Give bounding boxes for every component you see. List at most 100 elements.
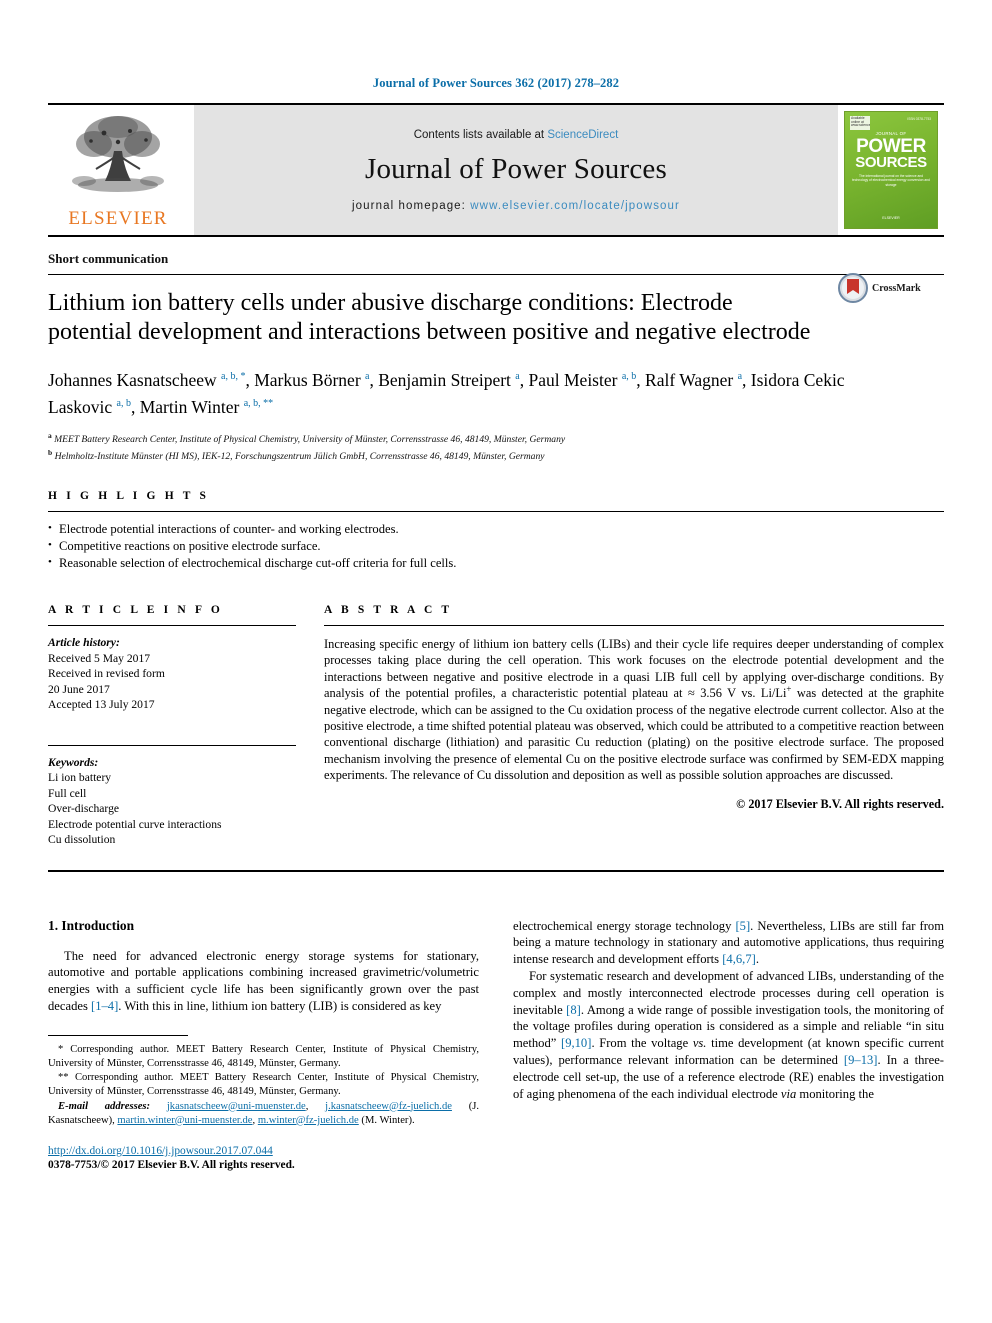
abstract-column: A B S T R A C T Increasing specific ener… xyxy=(324,604,944,848)
author-name[interactable]: Paul Meister xyxy=(529,370,622,390)
author-name[interactable]: Benjamin Streipert xyxy=(378,370,515,390)
citation-9-13[interactable]: [9–13] xyxy=(844,1053,878,1067)
abstract-copyright: © 2017 Elsevier B.V. All rights reserved… xyxy=(736,796,944,811)
right-p2-italic-vs: vs. xyxy=(692,1036,707,1051)
article-history-item: 20 June 2017 xyxy=(48,682,110,696)
highlights-list: Electrode potential interactions of coun… xyxy=(48,520,944,572)
body-column-left: 1. Introduction The need for advanced el… xyxy=(48,918,479,1171)
right-p2-f: monitoring the xyxy=(796,1086,874,1101)
keyword-item[interactable]: Cu dissolution xyxy=(48,832,296,848)
author-affiliation-marker: a xyxy=(365,371,370,382)
sciencedirect-link[interactable]: ScienceDirect xyxy=(547,129,618,141)
email-owner-2: (M. Winter). xyxy=(361,1114,415,1126)
article-history-label: Article history: xyxy=(48,636,120,650)
email-link-2[interactable]: j.kasnatscheew@fz-juelich.de xyxy=(325,1101,452,1112)
journal-title: Journal of Power Sources xyxy=(365,152,667,185)
email-addresses-label: E-mail addresses: xyxy=(58,1100,151,1112)
abstract-label: A B S T R A C T xyxy=(324,604,453,617)
citation-1-4[interactable]: [1–4] xyxy=(91,999,118,1013)
cover-word-sources: SOURCES xyxy=(855,154,927,171)
author-name[interactable]: Ralf Wagner xyxy=(645,370,738,390)
contents-lists-line: Contents lists available at ScienceDirec… xyxy=(414,129,619,141)
keyword-item[interactable]: Full cell xyxy=(48,786,296,802)
right-p2-italic-via: via xyxy=(780,1086,797,1101)
keyword-item[interactable]: Electrode potential curve interactions xyxy=(48,817,296,833)
citation-8[interactable]: [8] xyxy=(566,1003,581,1017)
highlights-divider xyxy=(48,511,944,513)
article-info-label: A R T I C L E I N F O xyxy=(48,604,223,617)
affiliation-marker: b xyxy=(48,448,53,458)
footnote-corresponding-2: ** Corresponding author. MEET Battery Re… xyxy=(48,1072,479,1098)
citation-9-10[interactable]: [9,10] xyxy=(561,1036,591,1050)
footnote-emails: E-mail addresses: jkasnatscheew@uni-muen… xyxy=(48,1100,480,1126)
footnote-corresponding-1: * Corresponding author. MEET Battery Res… xyxy=(48,1043,479,1069)
running-head: Journal of Power Sources 362 (2017) 278–… xyxy=(372,76,620,90)
article-info-divider xyxy=(48,625,296,627)
abstract-text: Increasing specific energy of lithium io… xyxy=(324,636,944,784)
right-p1-c: . xyxy=(755,952,759,967)
journal-cover-thumbnail[interactable]: Available online at www.sciencedirect.co… xyxy=(838,105,944,235)
cover-issn: ISSN 0378-7753 xyxy=(907,117,931,121)
crossmark-icon xyxy=(838,273,868,303)
abstract-divider xyxy=(324,625,944,627)
keywords: Keywords: Li ion battery Full cell Over-di… xyxy=(48,755,296,848)
author-name[interactable]: Martin Winter xyxy=(140,397,244,417)
article-history: Article history: Received 5 May 2017 Rece… xyxy=(48,635,296,713)
journal-masthead: ELSEVIER Contents lists available at Sci… xyxy=(48,103,944,237)
journal-homepage-link[interactable]: www.elsevier.com/locate/jpowsour xyxy=(470,200,680,212)
cover-subtitle: The international journal on the science… xyxy=(852,174,930,187)
intro-paragraph-1: The need for advanced electronic energy … xyxy=(48,948,479,1015)
article-type-label: Short communication xyxy=(48,251,169,266)
header-divider xyxy=(48,274,944,275)
keywords-block: Keywords: Li ion battery Full cell Over-di… xyxy=(48,744,296,848)
info-abstract-block: A R T I C L E I N F O Article history: R… xyxy=(48,604,944,848)
journal-cover-image: Available online at www.sciencedirect.co… xyxy=(844,111,938,229)
masthead-center: Contents lists available at ScienceDirec… xyxy=(194,105,838,235)
keywords-divider xyxy=(48,744,296,746)
section-divider-thick xyxy=(48,869,944,872)
affiliation-marker: a xyxy=(48,430,52,440)
article-history-item: Received in revised form xyxy=(48,667,165,681)
affiliation-item: b Helmholtz-Institute Münster (HI MS), I… xyxy=(48,448,545,463)
article-body: Short communication CrossMark Lithium io… xyxy=(48,237,944,1171)
author-affiliation-marker: a, b, * xyxy=(221,371,246,382)
author-affiliation-marker: a, b, ** xyxy=(243,397,274,409)
author-name[interactable]: Markus Börner xyxy=(254,370,365,390)
highlights-section: H I G H L I G H T S Electrode potential … xyxy=(48,490,944,572)
body-column-right: electrochemical energy storage technolog… xyxy=(513,918,944,1171)
article-page: Journal of Power Sources 362 (2017) 278–… xyxy=(0,0,992,1323)
article-history-items: Received 5 May 2017 Received in revised f… xyxy=(48,651,296,713)
homepage-prefix: journal homepage: xyxy=(352,199,471,212)
article-history-item: Accepted 13 July 2017 xyxy=(48,698,155,712)
keyword-item[interactable]: Over-discharge xyxy=(48,801,296,817)
email-link-4[interactable]: m.winter@fz-juelich.de xyxy=(258,1115,359,1126)
elsevier-logo: ELSEVIER xyxy=(48,105,188,235)
crossmark-label: CrossMark xyxy=(872,282,921,294)
intro-paragraph-2: For systematic research and development … xyxy=(513,968,944,1102)
footnote-divider xyxy=(48,1034,188,1036)
highlight-item: Competitive reactions on positive electr… xyxy=(48,537,944,555)
doi-link[interactable]: http://dx.doi.org/10.1016/j.jpowsour.201… xyxy=(48,1145,479,1157)
elsevier-wordmark: ELSEVIER xyxy=(68,208,168,229)
cover-publisher: ELSEVIER xyxy=(882,216,900,220)
citation-4-6-7[interactable]: [4,6,7] xyxy=(722,952,756,966)
author-name[interactable]: Johannes Kasnatscheew xyxy=(48,370,221,390)
author-affiliation-marker: a, b xyxy=(116,397,131,409)
article-info-column: A R T I C L E I N F O Article history: R… xyxy=(48,604,296,848)
author-list: Johannes Kasnatscheew a, b, *, Markus Bö… xyxy=(48,369,845,417)
highlights-label: H I G H L I G H T S xyxy=(48,490,210,503)
email-link-3[interactable]: martin.winter@uni-muenster.de xyxy=(117,1115,252,1126)
elsevier-tree-icon xyxy=(72,116,164,192)
citation-5[interactable]: [5] xyxy=(735,919,750,933)
section-heading-introduction: 1. Introduction xyxy=(48,917,135,933)
crossmark-badge[interactable]: CrossMark xyxy=(838,273,944,303)
author-affiliation-marker: a xyxy=(515,371,520,382)
contents-prefix: Contents lists available at xyxy=(413,128,548,141)
affiliation-item: a MEET Battery Research Center, Institut… xyxy=(48,430,566,445)
journal-homepage-line: journal homepage: www.elsevier.com/locat… xyxy=(352,200,680,212)
email-link-1[interactable]: jkasnatscheew@uni-muenster.de xyxy=(167,1101,306,1112)
keyword-item[interactable]: Li ion battery xyxy=(48,770,296,786)
body-columns: 1. Introduction The need for advanced el… xyxy=(48,918,944,1171)
article-header: Short communication CrossMark Lithium io… xyxy=(48,237,944,464)
cover-corner-text: Available online at www.sciencedirect.co… xyxy=(850,116,870,130)
